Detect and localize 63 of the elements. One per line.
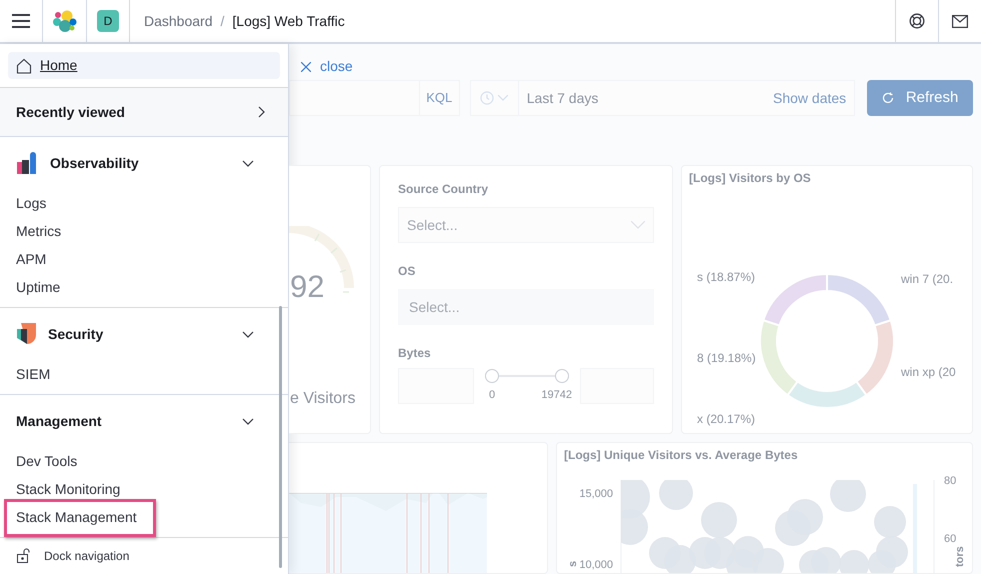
shield-icon — [16, 323, 36, 345]
slice-label: win xp (20 — [901, 365, 956, 379]
space-avatar[interactable]: D — [97, 10, 119, 32]
axis-title: tors — [954, 546, 966, 567]
menu-icon — [12, 14, 30, 28]
nav-link[interactable]: APM — [16, 248, 46, 270]
bubble — [664, 545, 696, 573]
panel-title: [Logs] Unique Visitors vs. Average Bytes — [564, 447, 799, 464]
range-max-label: 19742 — [541, 388, 572, 403]
slice-label: s (18.87%) — [697, 270, 756, 284]
nav-link[interactable]: Logs — [16, 192, 46, 214]
bubble — [830, 480, 866, 512]
slice-label: win 7 (20. — [901, 272, 954, 286]
home-link[interactable]: Home — [8, 52, 280, 79]
bubble — [839, 550, 869, 573]
axis-tick-label: 60 — [944, 533, 956, 545]
axis-tick-label: 10,000 — [579, 559, 613, 571]
slice-label: x (20.17%) — [697, 412, 756, 426]
caret-icon — [631, 221, 645, 229]
panel-title: [Logs] Visitors by OS — [689, 170, 812, 187]
axis-tick-label: 15,000 — [579, 488, 613, 500]
close-icon — [301, 62, 311, 72]
slice-label: 8 (19.18%) — [697, 351, 756, 365]
field-label: Bytes — [398, 345, 432, 362]
time-range-text: Last 7 days — [526, 88, 598, 108]
bubble — [659, 480, 693, 510]
field-label: OS — [398, 263, 416, 280]
recently-viewed-header[interactable]: Recently viewed — [0, 88, 288, 137]
breadcrumb: [Logs] Web Traffic — [232, 12, 345, 31]
gauge-label: e Visitors — [290, 389, 356, 409]
nav-link[interactable]: Metrics — [16, 220, 62, 242]
nav-group-header[interactable]: Observability — [0, 137, 288, 189]
nav-link[interactable]: SIEM — [16, 364, 50, 384]
bar-chart-icon — [16, 152, 38, 174]
bubble — [868, 550, 896, 573]
mail-icon[interactable] — [952, 14, 968, 28]
lock-open-icon — [16, 548, 32, 564]
bubble — [787, 499, 823, 535]
range-thumb[interactable] — [555, 369, 569, 383]
bubble — [874, 506, 906, 538]
logo-icon[interactable] — [52, 10, 76, 32]
nav-link[interactable]: Dev Tools — [16, 450, 78, 472]
bubble — [701, 502, 737, 538]
range-thumb[interactable] — [485, 369, 499, 383]
breadcrumb[interactable]: Dashboard — [144, 10, 212, 32]
refresh-icon — [882, 92, 894, 104]
caret-icon — [498, 95, 508, 101]
range-min-label: 0 — [489, 388, 496, 403]
help-icon[interactable] — [909, 13, 925, 29]
dock-navigation-button[interactable]: Dock navigation — [0, 538, 288, 574]
gauge-value: 92 — [290, 268, 324, 306]
nav-link[interactable]: Uptime — [16, 276, 60, 298]
nav-group-header[interactable]: Management — [0, 395, 288, 447]
close-link[interactable]: close — [301, 56, 353, 77]
axis-title: s — [567, 560, 579, 567]
nav-group-header[interactable]: Security — [0, 308, 288, 360]
home-icon — [16, 58, 32, 74]
breadcrumb-separator: / — [220, 12, 224, 30]
nav-link[interactable]: Stack Management — [16, 506, 137, 528]
clock-icon — [480, 91, 494, 105]
axis-tick-label: 80 — [944, 475, 956, 487]
field-label: Source Country — [398, 181, 490, 198]
nav-link[interactable]: Stack Monitoring — [16, 478, 120, 500]
